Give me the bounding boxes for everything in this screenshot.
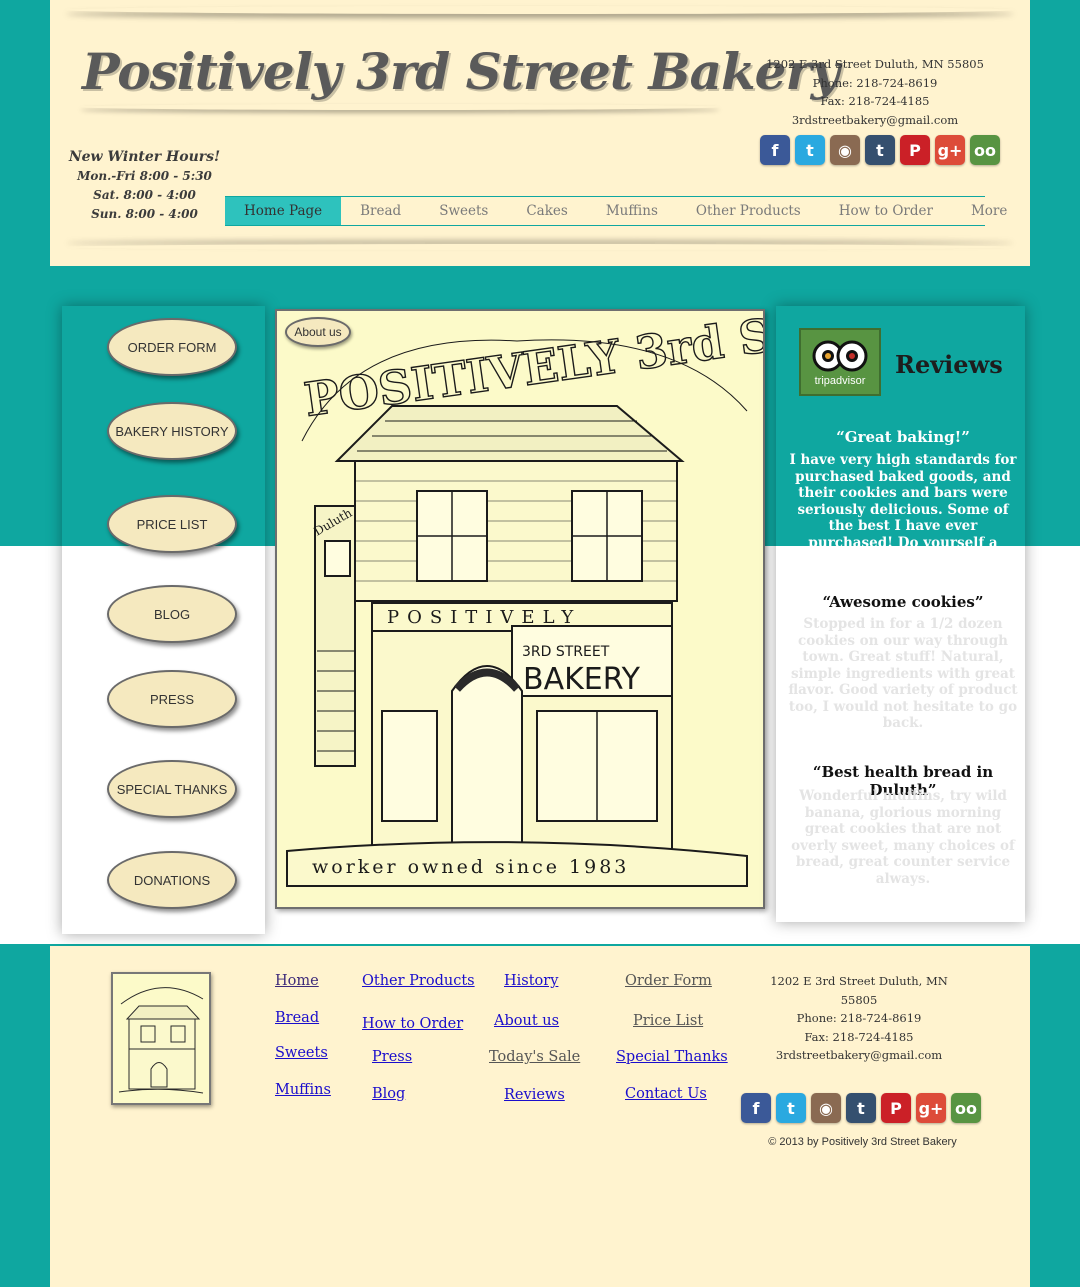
about-us-button[interactable]: About us bbox=[285, 317, 351, 347]
footer-link-history[interactable]: History bbox=[504, 973, 558, 989]
price-list-button[interactable]: PRICE LIST bbox=[107, 495, 237, 553]
footer-link-home[interactable]: Home bbox=[275, 973, 319, 989]
footer-link-special-thanks[interactable]: Special Thanks bbox=[616, 1049, 728, 1065]
bakery-history-button[interactable]: BAKERY HISTORY bbox=[107, 402, 237, 460]
main-nav: Home Page Bread Sweets Cakes Muffins Oth… bbox=[225, 196, 1007, 226]
bakery-drawing: POSITIVELY 3rd STREET POSITIVELY 3RD STR… bbox=[286, 311, 763, 887]
contact-phone: Phone: 218-724-8619 bbox=[812, 75, 938, 90]
twitter-icon[interactable]: t bbox=[795, 135, 825, 165]
footer-link-other-products[interactable]: Other Products bbox=[362, 973, 475, 989]
contact-address: 1202 E 3rd Street Duluth, MN 55805 bbox=[766, 57, 984, 71]
hours-title: New Winter Hours! bbox=[68, 149, 221, 165]
special-thanks-button[interactable]: SPECIAL THANKS bbox=[107, 760, 237, 818]
review-title-1: “Great baking!” bbox=[836, 428, 970, 446]
footer-contact-fax: Fax: 218-724-4185 bbox=[804, 1029, 914, 1044]
press-button[interactable]: PRESS bbox=[107, 670, 237, 728]
google-plus-icon[interactable]: g+ bbox=[935, 135, 965, 165]
footer-link-reviews[interactable]: Reviews bbox=[504, 1087, 565, 1103]
hours-sunday: Sun. 8:00 - 4:00 bbox=[91, 207, 198, 221]
blog-button[interactable]: BLOG bbox=[107, 585, 237, 643]
nav-other-products[interactable]: Other Products bbox=[677, 197, 820, 225]
footer-logo-thumbnail[interactable] bbox=[111, 972, 211, 1105]
tripadvisor-icon[interactable]: oo bbox=[951, 1093, 981, 1123]
pinterest-icon[interactable]: P bbox=[881, 1093, 911, 1123]
tripadvisor-badge-text: tripadvisor bbox=[814, 374, 866, 387]
review-title-2: “Awesome cookies” bbox=[822, 593, 984, 611]
tumblr-icon[interactable]: t bbox=[846, 1093, 876, 1123]
nav-muffins[interactable]: Muffins bbox=[587, 197, 677, 225]
header-contact: 1202 E 3rd Street Duluth, MN 55805 Phone… bbox=[760, 55, 990, 129]
twitter-icon[interactable]: t bbox=[776, 1093, 806, 1123]
owl-eyes-icon bbox=[812, 340, 868, 371]
tripadvisor-badge[interactable]: tripadvisor bbox=[799, 328, 881, 396]
footer-link-muffins[interactable]: Muffins bbox=[275, 1082, 331, 1098]
nav-bread[interactable]: Bread bbox=[341, 197, 420, 225]
footer-contact-phone: Phone: 218-724-8619 bbox=[796, 1011, 922, 1025]
title-shadow bbox=[80, 104, 720, 110]
footer-link-how-to-order[interactable]: How to Order bbox=[362, 1016, 463, 1032]
facebook-icon[interactable]: f bbox=[760, 135, 790, 165]
footer-contact: 1202 E 3rd Street Duluth, MN 55805 Phone… bbox=[752, 972, 966, 1065]
footer-contact-email[interactable]: 3rdstreetbakery@gmail.com bbox=[752, 1046, 966, 1065]
footer-link-blog[interactable]: Blog bbox=[372, 1086, 405, 1102]
nav-home[interactable]: Home Page bbox=[225, 197, 342, 225]
footer-link-price-list[interactable]: Price List bbox=[633, 1013, 703, 1029]
reviews-heading: Reviews bbox=[895, 350, 1003, 379]
facebook-icon[interactable]: f bbox=[741, 1093, 771, 1123]
contact-fax: Fax: 218-724-4185 bbox=[820, 94, 930, 108]
nav-cakes[interactable]: Cakes bbox=[507, 197, 586, 225]
footer-link-todays-sale[interactable]: Today's Sale bbox=[489, 1049, 580, 1065]
winter-hours: New Winter Hours! Mon.-Fri 8:00 - 5:30 S… bbox=[62, 148, 227, 224]
footer-link-bread[interactable]: Bread bbox=[275, 1010, 319, 1026]
instagram-icon[interactable]: ◉ bbox=[811, 1093, 841, 1123]
site-title[interactable]: Positively 3rd Street Bakery bbox=[82, 42, 840, 101]
review-body-3: Wonderful muffins, try wild banana, glor… bbox=[791, 788, 1015, 887]
footer-link-order-form[interactable]: Order Form bbox=[625, 973, 712, 989]
storefront-illustration: POSITIVELY 3rd STREET POSITIVELY 3RD STR… bbox=[275, 309, 765, 909]
google-plus-icon[interactable]: g+ bbox=[916, 1093, 946, 1123]
footer-link-about-us[interactable]: About us bbox=[494, 1013, 559, 1029]
footer-logo-image bbox=[118, 987, 204, 1094]
illustration-sign-bakery: BAKERY bbox=[523, 662, 641, 697]
footer-link-sweets[interactable]: Sweets bbox=[275, 1045, 328, 1061]
footer-link-contact-us[interactable]: Contact Us bbox=[625, 1086, 707, 1102]
donations-button[interactable]: DONATIONS bbox=[107, 851, 237, 909]
order-form-button[interactable]: ORDER FORM bbox=[107, 318, 237, 376]
tumblr-icon[interactable]: t bbox=[865, 135, 895, 165]
illustration-sign-top: POSITIVELY bbox=[387, 607, 581, 628]
illustration-sign-3rd: 3RD STREET bbox=[522, 644, 610, 660]
header-social-icons: f t ◉ t Pg+ oo bbox=[760, 135, 1000, 165]
footer-contact-address: 1202 E 3rd Street Duluth, MN 55805 bbox=[770, 974, 948, 1007]
nav-how-to-order[interactable]: How to Order bbox=[820, 197, 952, 225]
copyright: © 2013 by Positively 3rd Street Bakery bbox=[768, 1136, 957, 1148]
review-body-1: I have very high standards for purchased… bbox=[789, 452, 1017, 546]
header-panel bbox=[50, 0, 1030, 266]
nav-sweets[interactable]: Sweets bbox=[420, 197, 507, 225]
tripadvisor-icon[interactable]: oo bbox=[970, 135, 1000, 165]
review-body-2: Stopped in for a 1/2 dozen cookies on ou… bbox=[788, 616, 1018, 731]
hours-saturday: Sat. 8:00 - 4:00 bbox=[93, 188, 196, 202]
nav-more[interactable]: More bbox=[952, 197, 1026, 225]
pinterest-icon[interactable]: P bbox=[900, 135, 930, 165]
contact-email[interactable]: 3rdstreetbakery@gmail.com bbox=[760, 111, 990, 130]
footer-link-press[interactable]: Press bbox=[372, 1049, 412, 1065]
illustration-footer-text: worker owned since 1983 bbox=[312, 856, 629, 878]
footer-social-icons: f t ◉ t Pg+ oo bbox=[741, 1093, 981, 1123]
hours-weekday: Mon.-Fri 8:00 - 5:30 bbox=[77, 169, 212, 183]
instagram-icon[interactable]: ◉ bbox=[830, 135, 860, 165]
